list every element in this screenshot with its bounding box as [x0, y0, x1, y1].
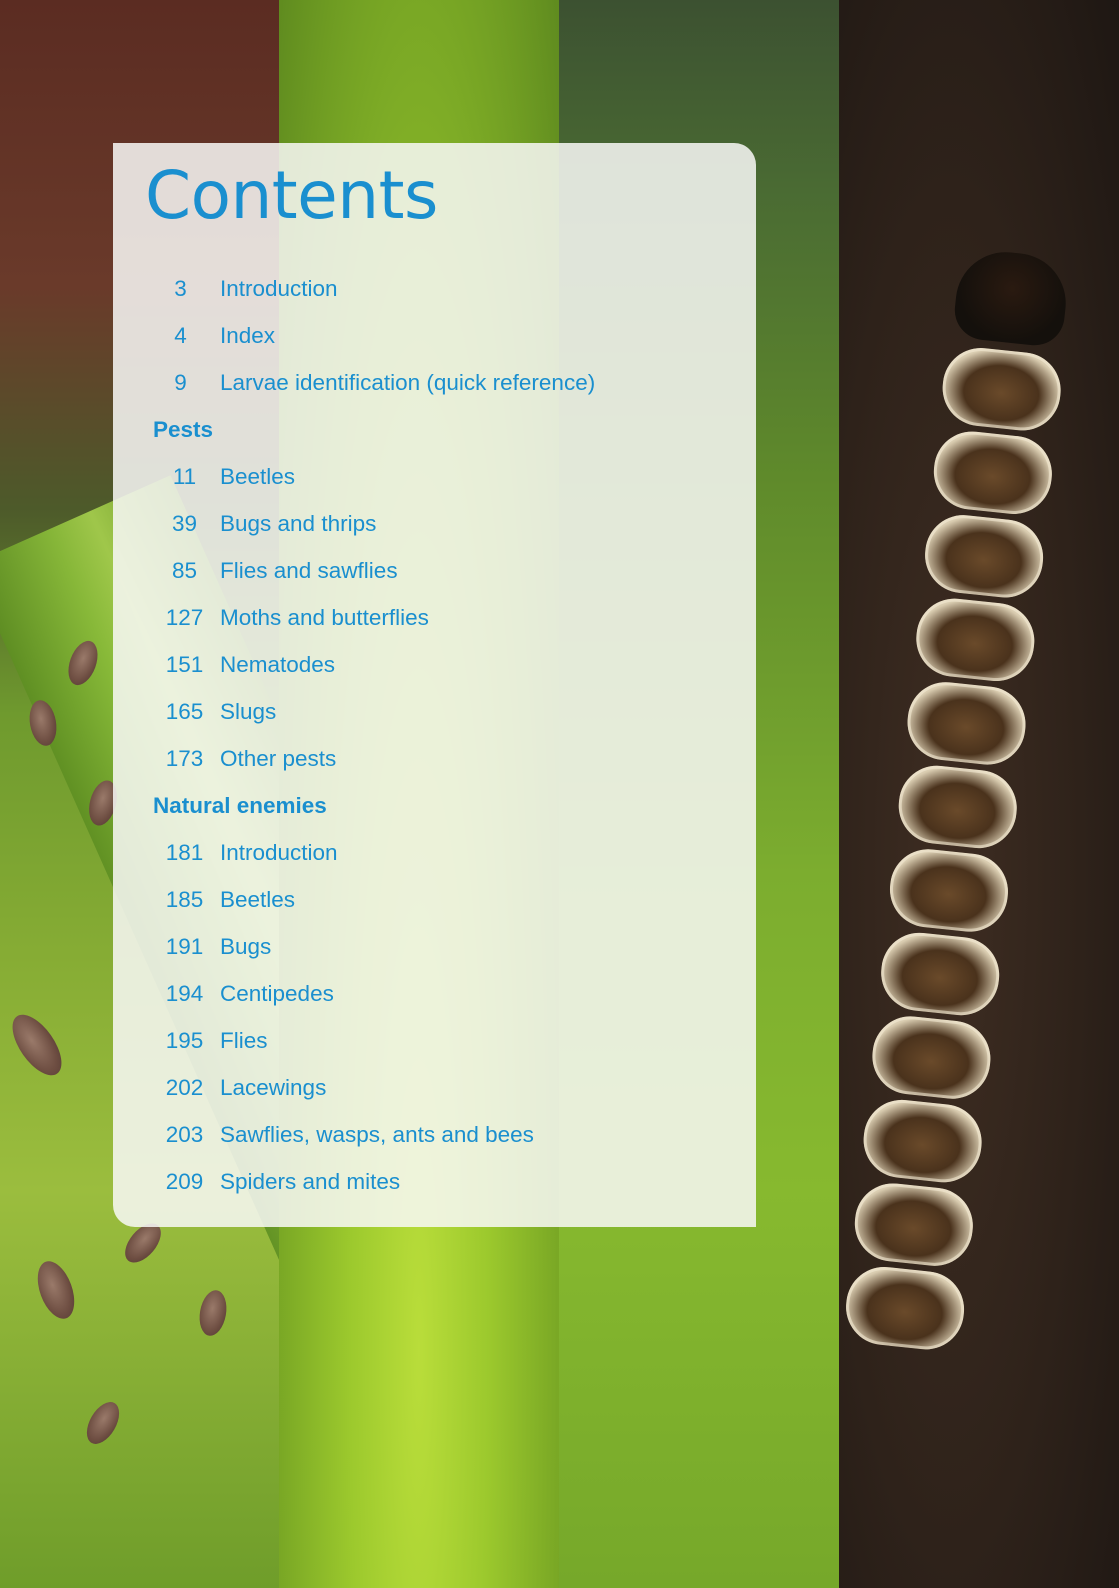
- toc-section-label: Natural enemies: [153, 792, 327, 818]
- toc-entry-label: Bugs: [220, 933, 272, 959]
- toc-entry[interactable]: 165 Slugs: [153, 688, 736, 735]
- toc-page-number: 3: [174, 275, 187, 301]
- toc-entry[interactable]: 151 Nematodes: [153, 641, 736, 688]
- toc-entry-label: Bugs and thrips: [220, 510, 377, 536]
- toc-entry[interactable]: 4 Index: [153, 312, 736, 359]
- toc-page-number: 185: [165, 886, 204, 912]
- toc-entry-label: Flies: [220, 1027, 268, 1053]
- toc-page-number: 203: [165, 1121, 204, 1147]
- aphid: [80, 1396, 126, 1450]
- larva-segment: [903, 678, 1030, 769]
- larva-segment: [921, 511, 1047, 602]
- toc-page-number: 85: [171, 557, 198, 583]
- toc-page-number: 4: [174, 322, 187, 348]
- toc-entry-label: Lacewings: [220, 1074, 327, 1100]
- centipede-larva-photo: [839, 0, 1119, 1588]
- toc-entry[interactable]: 202 Lacewings: [153, 1064, 736, 1111]
- aphid: [30, 1256, 82, 1324]
- toc-page-number: 127: [165, 604, 204, 630]
- toc-entry-label: Spiders and mites: [220, 1168, 401, 1194]
- larva-segment: [859, 1096, 986, 1187]
- toc-page-number: 209: [165, 1168, 204, 1194]
- larva-segment: [851, 1179, 977, 1270]
- contents-panel: Contents 3 Introduction 4 Index 9 Larvae iden…: [113, 143, 756, 1227]
- aphid: [196, 1288, 230, 1338]
- aphid: [2, 1006, 72, 1084]
- toc-entry[interactable]: 11 Beetles: [153, 453, 736, 500]
- toc-entry[interactable]: 195 Flies: [153, 1017, 736, 1064]
- larva-head: [951, 247, 1071, 349]
- toc-page-number: 195: [165, 1027, 204, 1053]
- toc-entry-label: Other pests: [220, 745, 337, 771]
- toc-entry-label: Sawflies, wasps, ants and bees: [220, 1121, 534, 1147]
- larva-segment: [868, 1012, 995, 1103]
- toc-entry[interactable]: 9 Larvae identification (quick reference): [153, 359, 736, 406]
- larva: [839, 246, 1086, 1354]
- toc-entry-label: Moths and butterflies: [220, 604, 429, 630]
- table-of-contents: 3 Introduction 4 Index 9 Larvae identificatio…: [153, 265, 736, 1205]
- larva-segment: [912, 594, 1039, 685]
- larva-segment: [938, 344, 1065, 435]
- toc-entry-label: Introduction: [220, 839, 338, 865]
- toc-entry-label: Introduction: [220, 275, 338, 301]
- toc-entry-label: Flies and sawflies: [220, 557, 398, 583]
- toc-entry-label: Slugs: [220, 698, 277, 724]
- toc-section-label: Pests: [153, 416, 214, 442]
- toc-entry[interactable]: 181 Introduction: [153, 829, 736, 876]
- toc-section-heading[interactable]: Natural enemies: [153, 782, 736, 829]
- toc-entry-label: Nematodes: [220, 651, 336, 677]
- larva-segment: [894, 761, 1021, 852]
- toc-page-number: 9: [174, 369, 187, 395]
- toc-entry-label: Beetles: [220, 463, 296, 489]
- toc-entry[interactable]: 173 Other pests: [153, 735, 736, 782]
- page-title: Contents: [145, 157, 438, 234]
- toc-entry[interactable]: 209 Spiders and mites: [153, 1158, 736, 1205]
- larva-segment: [842, 1263, 968, 1354]
- toc-entry[interactable]: 39 Bugs and thrips: [153, 500, 736, 547]
- toc-page-number: 173: [165, 745, 204, 771]
- toc-entry[interactable]: 191 Bugs: [153, 923, 736, 970]
- toc-entry-label: Centipedes: [220, 980, 334, 1006]
- toc-entry-label: Beetles: [220, 886, 296, 912]
- toc-entry[interactable]: 85 Flies and sawflies: [153, 547, 736, 594]
- toc-page-number: 191: [165, 933, 204, 959]
- larva-segment: [877, 929, 1003, 1019]
- toc-page-number: 11: [172, 463, 197, 489]
- toc-entry[interactable]: 203 Sawflies, wasps, ants and bees: [153, 1111, 736, 1158]
- toc-section-heading[interactable]: Pests: [153, 406, 736, 453]
- toc-entry-label: Index: [220, 322, 276, 348]
- larva-segment: [930, 427, 1056, 518]
- toc-entry[interactable]: 185 Beetles: [153, 876, 736, 923]
- toc-entry[interactable]: 194 Centipedes: [153, 970, 736, 1017]
- toc-page-number: 202: [165, 1074, 204, 1100]
- larva-segment: [886, 845, 1012, 936]
- toc-entry[interactable]: 3 Introduction: [153, 265, 736, 312]
- toc-entry-label: Larvae identification (quick reference): [220, 369, 596, 395]
- toc-page-number: 194: [165, 980, 204, 1006]
- toc-page-number: 151: [165, 651, 204, 677]
- toc-page-number: 181: [165, 839, 204, 865]
- toc-entry[interactable]: 127 Moths and butterflies: [153, 594, 736, 641]
- toc-page-number: 39: [171, 510, 198, 536]
- toc-page-number: 165: [165, 698, 204, 724]
